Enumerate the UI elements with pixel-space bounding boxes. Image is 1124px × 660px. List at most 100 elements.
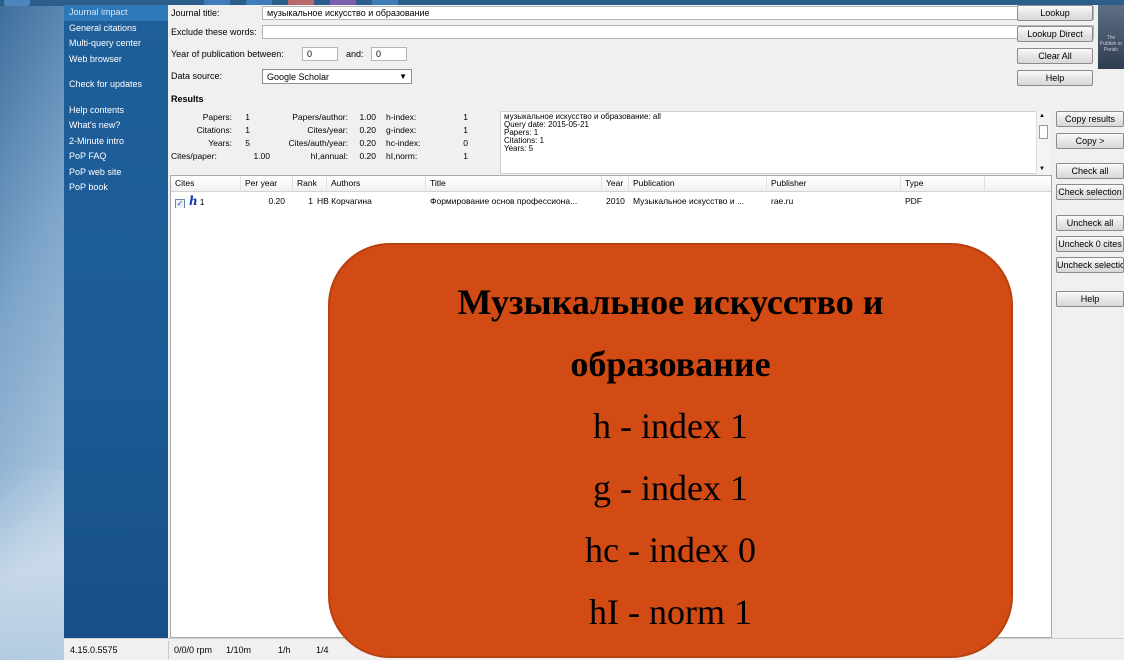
scroll-up-icon[interactable]: ▲ — [1039, 113, 1045, 119]
year-label: Year of publication between: — [171, 49, 284, 59]
book-thumbnail: The Publish or Perish — [1098, 5, 1124, 69]
and-label: and: — [346, 49, 364, 59]
h-index-icon: h — [189, 194, 198, 208]
copy-results-button[interactable]: Copy results — [1056, 111, 1124, 127]
cites-cell: ✓ h 1 — [171, 194, 241, 208]
results-summary-text[interactable]: музыкальное искусство и образование: all… — [500, 111, 1048, 174]
data-source-value: Google Scholar — [267, 72, 330, 82]
uncheck-all-button[interactable]: Uncheck all — [1056, 215, 1124, 231]
stat-value: 1 — [463, 112, 468, 122]
stat-value: 0.20 — [359, 151, 376, 161]
rate-hour-text: 1/h — [278, 645, 291, 655]
check-all-button[interactable]: Check all — [1056, 163, 1124, 179]
callout-h-index: h - index 1 — [593, 406, 748, 446]
per-year-cell: 0.20 — [268, 196, 285, 206]
publication-cell: Музыкальное искусство и ... — [633, 196, 745, 206]
summary-line: Citations: 1 — [504, 136, 545, 145]
sidebar-item-pop-book[interactable]: PoP book — [64, 180, 168, 196]
results-stats: Papers: 1 Citations: 1 Years: 5 Cites/pa… — [168, 110, 498, 174]
callout-g-index: g - index 1 — [593, 468, 748, 508]
column-header-type[interactable]: Type — [901, 176, 985, 192]
clear-all-button[interactable]: Clear All — [1017, 48, 1093, 64]
check-selection-button[interactable]: Check selection — [1056, 184, 1124, 200]
book-thumbnail-text: The Publish or Perish — [1099, 35, 1123, 53]
publisher-cell: rae.ru — [771, 196, 794, 206]
column-header-per-year[interactable]: Per year — [241, 176, 293, 192]
stat-value: 5 — [245, 138, 250, 148]
sidebar-item-general-citations[interactable]: General citations — [64, 21, 168, 37]
help-button-side[interactable]: Help — [1056, 291, 1124, 307]
data-source-select[interactable]: Google Scholar ▼ — [262, 69, 412, 84]
cites-value: 1 — [199, 197, 205, 207]
column-header-title[interactable]: Title — [426, 176, 602, 192]
stat-value: 1 — [463, 151, 468, 161]
chevron-down-icon: ▼ — [399, 72, 407, 81]
stat-label: Papers/author: — [292, 112, 348, 122]
stat-label: hI,annual: — [310, 151, 348, 161]
sidebar-item-check-for-updates[interactable]: Check for updates — [64, 77, 168, 93]
type-cell: PDF — [905, 196, 922, 206]
row-checkbox[interactable]: ✓ — [175, 199, 185, 208]
uncheck-zero-cites-button[interactable]: Uncheck 0 cites — [1056, 236, 1124, 252]
stat-label: Cites/year: — [307, 125, 348, 135]
taskbar-button[interactable] — [4, 0, 30, 6]
column-header-publisher[interactable]: Publisher — [767, 176, 901, 192]
version-text: 4.15.0.5575 — [70, 645, 118, 655]
table-row[interactable]: ✓ h 1 0.20 1 НВ Корчагина Формирование осн… — [171, 194, 1051, 208]
journal-title-row: Journal title: музыкальное искусство и о… — [168, 6, 1098, 21]
stat-label: h-index: — [386, 112, 417, 122]
column-header-rank[interactable]: Rank — [293, 176, 327, 192]
scroll-down-icon[interactable]: ▼ — [1039, 166, 1045, 172]
exclude-input[interactable] — [262, 25, 1094, 39]
stat-label: g-index: — [386, 125, 417, 135]
summary-callout: Музыкальное искусство и образование h - … — [328, 243, 1013, 658]
sidebar-item-pop-web-site[interactable]: PoP web site — [64, 165, 168, 181]
stat-label: Cites/paper: — [171, 151, 217, 161]
status-divider — [168, 641, 169, 659]
stat-label: Citations: — [196, 125, 232, 135]
rate-10m-text: 1/10m — [226, 645, 252, 655]
copy-button[interactable]: Copy > — [1056, 133, 1124, 149]
sidebar-item-2-minute-intro[interactable]: 2-Minute intro — [64, 134, 168, 150]
stat-label: Papers: — [202, 112, 232, 122]
column-header-publication[interactable]: Publication — [629, 176, 767, 192]
sidebar-item-help-contents[interactable]: Help contents — [64, 103, 168, 119]
table-header: Cites Per year Rank Authors Title Year P… — [171, 176, 1051, 192]
lookup-direct-button[interactable]: Lookup Direct — [1017, 26, 1093, 42]
stat-label: Cites/auth/year: — [288, 138, 348, 148]
exclude-label: Exclude these words: — [171, 27, 257, 37]
scroll-thumb[interactable] — [1039, 125, 1048, 139]
column-header-authors[interactable]: Authors — [327, 176, 426, 192]
year-from-input[interactable]: 0 — [302, 47, 338, 61]
stat-value: 1 — [245, 112, 250, 122]
year-cell: 2010 — [606, 196, 625, 206]
stat-value: 0.20 — [359, 125, 376, 135]
source-row: Data source: Google Scholar ▼ — [168, 69, 568, 84]
sidebar-item-journal-impact[interactable]: Journal impact — [64, 5, 168, 21]
stat-label: Years: — [208, 138, 232, 148]
sidebar-item-multi-query-center[interactable]: Multi-query center — [64, 36, 168, 52]
sidebar-item-web-browser[interactable]: Web browser — [64, 52, 168, 68]
journal-title-input[interactable]: музыкальное искусство и образование — [262, 6, 1094, 20]
rate-text: 1/4 — [316, 645, 329, 655]
uncheck-selection-button[interactable]: Uncheck selection — [1056, 257, 1124, 273]
year-row: Year of publication between: 0 and: 0 — [168, 47, 568, 62]
sidebar-item-pop-faq[interactable]: PoP FAQ — [64, 149, 168, 165]
stat-label: hc-index: — [386, 138, 421, 148]
rank-cell: 1 — [308, 196, 313, 206]
column-header-cites[interactable]: Cites — [171, 176, 241, 192]
stat-value: 1 — [245, 125, 250, 135]
summary-scrollbar[interactable]: ▲ ▼ — [1036, 111, 1050, 174]
results-heading: Results — [171, 94, 204, 104]
sidebar-item-whats-new[interactable]: What's new? — [64, 118, 168, 134]
lookup-button[interactable]: Lookup — [1017, 5, 1093, 21]
authors-cell: НВ Корчагина — [317, 196, 372, 206]
column-header-year[interactable]: Year — [602, 176, 629, 192]
summary-line: Papers: 1 — [504, 128, 539, 137]
year-to-input[interactable]: 0 — [371, 47, 407, 61]
rpm-text: 0/0/0 rpm — [174, 645, 213, 655]
help-button-top[interactable]: Help — [1017, 70, 1093, 86]
stat-value: 1.00 — [359, 112, 376, 122]
